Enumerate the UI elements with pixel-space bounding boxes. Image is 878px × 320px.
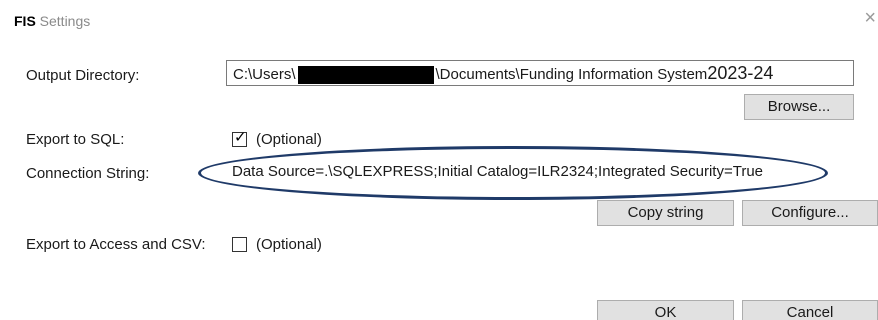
checkmark-icon: ✓ xyxy=(234,129,247,146)
export-sql-label: Export to SQL: xyxy=(26,131,125,148)
conn-suffix: ;Integrated Security=True xyxy=(593,163,764,180)
export-sql-checkbox[interactable]: ✓ xyxy=(232,129,247,147)
configure-button[interactable]: Configure... xyxy=(742,200,878,226)
path-prefix: C:\Users\ xyxy=(233,66,296,83)
export-access-csv-label: Export to Access and CSV: xyxy=(26,236,206,253)
close-icon[interactable]: × xyxy=(864,8,876,28)
path-year: 2023-24 xyxy=(707,63,774,83)
browse-button[interactable]: Browse... xyxy=(744,94,854,120)
conn-catalog: ILR2324 xyxy=(537,163,594,180)
copy-string-button[interactable]: Copy string xyxy=(597,200,734,226)
connection-string-label: Connection String: xyxy=(26,165,150,182)
export-sql-optional: (Optional) xyxy=(256,131,322,148)
window-title-rest: Settings xyxy=(35,13,91,29)
output-directory-label: Output Directory: xyxy=(26,67,140,84)
ok-button[interactable]: OK xyxy=(597,300,734,320)
cancel-button[interactable]: Cancel xyxy=(742,300,878,320)
redaction-bar xyxy=(297,66,434,85)
path-suffix: \Documents\Funding Information System xyxy=(435,66,708,83)
conn-prefix: Data Source=.\SQLEXPRESS;Initial Catalog… xyxy=(232,163,538,180)
connection-string-value[interactable]: Data Source=.\SQLEXPRESS;Initial Catalog… xyxy=(232,163,763,180)
export-access-csv-optional: (Optional) xyxy=(256,236,322,253)
settings-dialog: FIS Settings × Output Directory: C:\User… xyxy=(0,0,878,320)
window-title-app: FIS xyxy=(14,13,36,29)
window-title: FIS Settings xyxy=(14,13,90,29)
output-directory-field[interactable]: C:\Users\ \Documents\Funding Information … xyxy=(226,60,854,86)
export-access-csv-checkbox[interactable] xyxy=(232,237,247,252)
